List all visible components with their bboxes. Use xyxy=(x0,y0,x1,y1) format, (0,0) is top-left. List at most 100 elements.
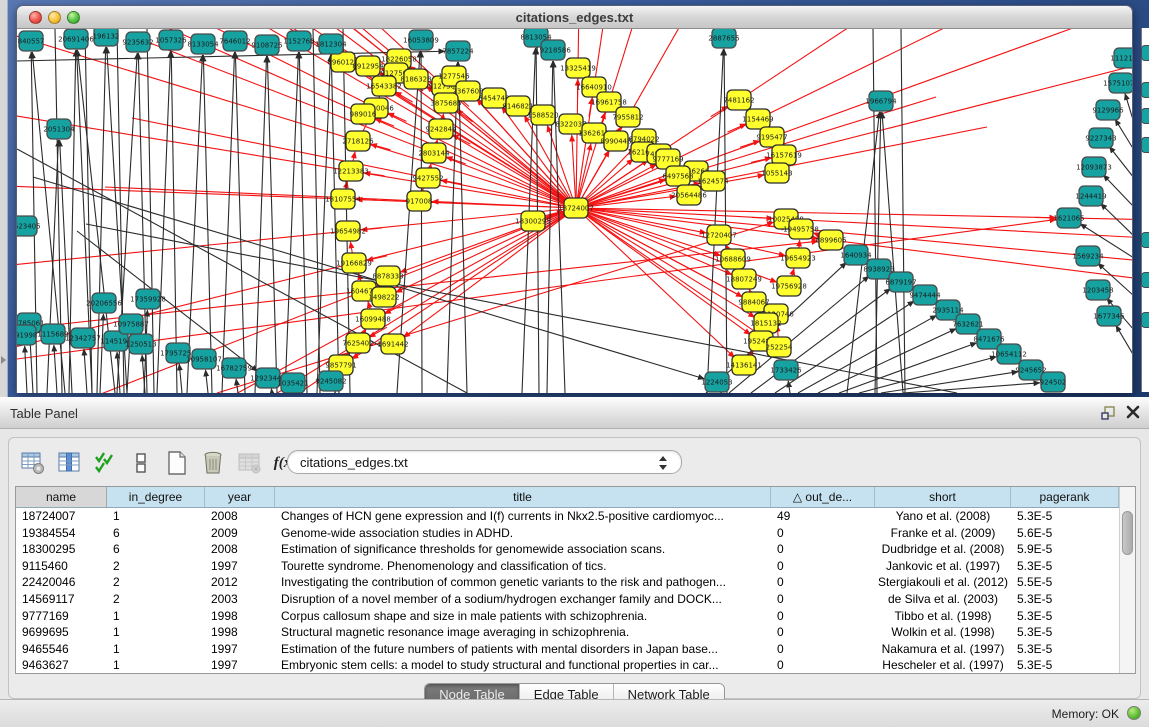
graph-node[interactable]: 2887655 xyxy=(708,29,739,48)
column-header-name[interactable]: name xyxy=(16,487,107,507)
window-titlebar[interactable]: citations_edges.txt xyxy=(17,6,1132,29)
graph-node[interactable]: 1624574 xyxy=(697,171,729,191)
column-header-short[interactable]: short xyxy=(875,487,1011,507)
graph-node[interactable]: 7857224 xyxy=(442,41,474,61)
graph-node[interactable]: 1691442 xyxy=(377,334,408,354)
graph-node[interactable]: 2051304 xyxy=(43,119,75,139)
graph-node[interactable]: 16053809 xyxy=(403,30,439,50)
graph-node[interactable]: 9195477 xyxy=(756,127,787,147)
close-panel-icon[interactable] xyxy=(1126,405,1140,419)
table-options-icon[interactable] xyxy=(19,449,47,477)
table-row[interactable]: 1830029562008Estimation of significance … xyxy=(16,541,1119,558)
graph-node[interactable]: 8912954 xyxy=(352,56,384,76)
graph-node[interactable]: 391998 xyxy=(17,325,37,345)
graph-node[interactable]: 9227343 xyxy=(1085,128,1116,148)
graph-node[interactable]: 15751074 xyxy=(1103,73,1132,93)
graph-node[interactable]: 9242844 xyxy=(425,119,457,139)
graph-node[interactable]: 1815132 xyxy=(750,313,781,333)
column-header-in_degree[interactable]: in_degree xyxy=(107,487,205,507)
graph-node[interactable]: 1203458 xyxy=(1082,280,1113,300)
graph-node[interactable]: 6879197 xyxy=(885,272,916,292)
graph-node[interactable]: 14136141 xyxy=(726,355,762,375)
graph-node[interactable]: 7625402 xyxy=(342,333,373,353)
graph-node[interactable]: 9427552 xyxy=(412,168,443,188)
graph-node[interactable]: 252254 xyxy=(766,337,793,357)
scrollbar-thumb[interactable] xyxy=(1122,511,1133,555)
graph-node[interactable]: 8899605 xyxy=(815,230,846,250)
new-column-icon[interactable] xyxy=(163,449,191,477)
graph-node[interactable]: 1152760 xyxy=(283,31,314,51)
table-row[interactable]: 946362711997Embryonic stem cells: a mode… xyxy=(16,657,1119,673)
graph-node[interactable]: 1250513 xyxy=(125,334,156,354)
graph-node[interactable]: 20691406 xyxy=(58,29,94,49)
graph-node[interactable]: 12213383 xyxy=(333,161,369,181)
graph-node[interactable]: 18807249 xyxy=(726,269,762,289)
graph-node[interactable]: 12093873 xyxy=(1076,157,1112,177)
table-row[interactable]: 946554611997Estimation of the future num… xyxy=(16,641,1119,658)
graph-node[interactable]: 9235632 xyxy=(122,32,153,52)
graph-node[interactable]: 1224053 xyxy=(701,372,732,392)
graph-node[interactable]: 8878333 xyxy=(372,266,403,286)
select-all-icon[interactable] xyxy=(91,449,119,477)
column-header-out_de[interactable]: △ out_de... xyxy=(771,487,875,507)
graph-node[interactable]: 1569234 xyxy=(1072,246,1104,266)
graph-node[interactable]: 1498222 xyxy=(368,287,399,307)
network-canvas[interactable]: 1872400789601248912954182260589127505165… xyxy=(17,29,1132,393)
graph-node[interactable]: 1621065 xyxy=(1053,208,1084,228)
graph-node[interactable]: 2718126 xyxy=(342,131,374,151)
graph-node[interactable]: 9108725 xyxy=(251,35,282,55)
graph-node[interactable]: 19654923 xyxy=(780,248,816,268)
graph-node[interactable]: 2803144 xyxy=(418,143,450,163)
vertical-scrollbar[interactable] xyxy=(1119,487,1135,673)
graph-node[interactable]: 196132 xyxy=(93,29,120,46)
graph-node[interactable]: 1057326 xyxy=(155,30,187,50)
graph-node[interactable]: 8186328 xyxy=(400,69,431,89)
graph-node[interactable]: 1115689 xyxy=(37,324,68,344)
panel-collapse-handle-icon[interactable] xyxy=(1,356,6,364)
graph-node[interactable]: 917008 xyxy=(406,191,433,211)
show-columns-icon[interactable] xyxy=(55,449,83,477)
graph-node[interactable]: 1588520 xyxy=(527,105,558,125)
background-window-sliver[interactable] xyxy=(1141,28,1149,392)
table-row[interactable]: 1872400712008Changes of HCN gene express… xyxy=(16,508,1119,525)
graph-node[interactable]: 20206556 xyxy=(86,293,122,313)
clear-selection-icon[interactable] xyxy=(127,449,155,477)
graph-node[interactable]: 19756928 xyxy=(771,276,807,296)
table-row[interactable]: 2242004622012Investigating the contribut… xyxy=(16,574,1119,591)
graph-node[interactable]: 989016 xyxy=(350,104,377,124)
graph-node[interactable]: 1154469 xyxy=(742,109,773,129)
graph-node[interactable]: 8133054 xyxy=(187,34,219,54)
graph-node[interactable]: 1035421 xyxy=(277,373,308,393)
graph-node[interactable]: 1112154 xyxy=(1110,48,1132,68)
graph-node[interactable]: 18107554 xyxy=(325,189,361,209)
graph-node[interactable]: 7481162 xyxy=(723,90,754,110)
graph-node[interactable]: 840557 xyxy=(18,31,45,51)
graph-node[interactable]: 1733426 xyxy=(770,360,802,380)
graph-node[interactable]: 3875685 xyxy=(430,93,461,113)
table-row[interactable]: 1938455462009Genome-wide association stu… xyxy=(16,525,1119,542)
column-header-pagerank[interactable]: pagerank xyxy=(1011,487,1119,507)
graph-node[interactable]: 1812304 xyxy=(315,34,347,54)
table-row[interactable]: 1456911722003Disruption of a novel membe… xyxy=(16,591,1119,608)
table-row[interactable]: 969969511998Structural magnetic resonanc… xyxy=(16,624,1119,641)
graph-node[interactable]: 9129966 xyxy=(1092,100,1124,120)
table-row[interactable]: 911546021997Tourette syndrome. Phenomeno… xyxy=(16,558,1119,575)
table-selector-dropdown[interactable]: citations_edges.txt xyxy=(287,450,682,474)
graph-node[interactable]: 1244419 xyxy=(1075,186,1106,206)
graph-node[interactable]: 1523405 xyxy=(17,216,41,236)
graph-node[interactable]: 7646012 xyxy=(219,31,250,51)
float-panel-icon[interactable] xyxy=(1101,405,1117,421)
column-header-year[interactable]: year xyxy=(205,487,275,507)
graph-node[interactable]: 6497568 xyxy=(662,166,693,186)
graph-node[interactable]: 1966794 xyxy=(865,91,897,111)
graph-node[interactable]: 9245082 xyxy=(315,371,346,391)
graph-node[interactable]: 7955812 xyxy=(612,107,643,127)
column-header-title[interactable]: title xyxy=(275,487,771,507)
delete-table-icon[interactable] xyxy=(235,449,263,477)
graph-node[interactable]: 1055143 xyxy=(761,163,792,183)
graph-node[interactable]: 1677345 xyxy=(1093,306,1124,326)
graph-node[interactable]: 13325419 xyxy=(560,58,596,78)
table-row[interactable]: 977716911998Corpus callosum shape and si… xyxy=(16,608,1119,625)
delete-column-icon[interactable] xyxy=(199,449,227,477)
graph-node[interactable]: 924502 xyxy=(1040,372,1067,392)
